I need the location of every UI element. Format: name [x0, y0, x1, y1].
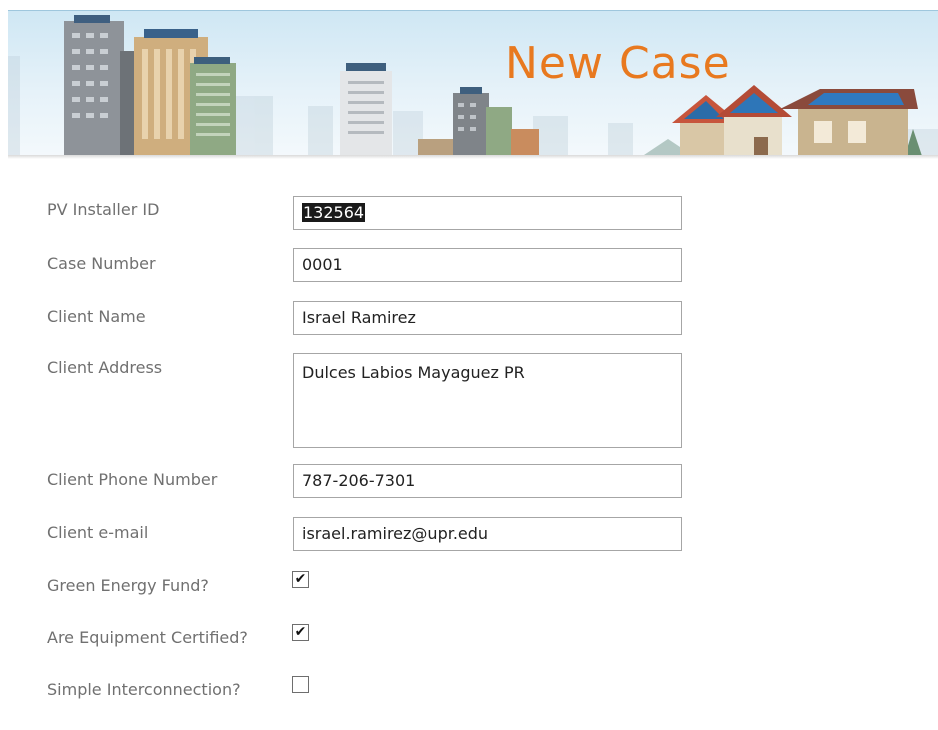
header-banner: New Case — [8, 10, 938, 159]
client-address-label: Client Address — [47, 358, 163, 377]
case-number-label: Case Number — [47, 254, 156, 273]
banner-divider — [8, 155, 938, 159]
building-white-icon — [340, 63, 392, 159]
client-name-label: Client Name — [47, 307, 146, 326]
pv-installer-id-field[interactable]: 132564 — [293, 196, 682, 230]
building-small-icon — [418, 87, 539, 159]
client-email-field[interactable]: israel.ramirez@upr.edu — [293, 517, 682, 551]
client-name-field[interactable]: Israel Ramirez — [293, 301, 682, 335]
simple-interconnection-checkbox[interactable] — [292, 676, 309, 693]
building-green-icon — [190, 57, 236, 159]
client-phone-field[interactable]: 787-206-7301 — [293, 464, 682, 498]
equipment-certified-label: Are Equipment Certified? — [47, 628, 248, 647]
client-email-label: Client e-mail — [47, 523, 149, 542]
pv-installer-id-value: 132564 — [302, 203, 366, 222]
client-address-field[interactable]: Dulces Labios Mayaguez PR — [293, 353, 682, 448]
equipment-certified-checkbox[interactable]: ✔ — [292, 624, 309, 641]
pv-installer-id-label: PV Installer ID — [47, 200, 160, 219]
simple-interconnection-label: Simple Interconnection? — [47, 680, 241, 699]
solar-houses-icon — [638, 85, 923, 159]
city-solar-illustration — [8, 15, 938, 159]
green-energy-fund-label: Green Energy Fund? — [47, 576, 209, 595]
building-left-icon — [64, 15, 136, 159]
green-energy-fund-checkbox[interactable]: ✔ — [292, 571, 309, 588]
case-number-field[interactable]: 0001 — [293, 248, 682, 282]
client-phone-label: Client Phone Number — [47, 470, 218, 489]
page-title: New Case — [505, 38, 731, 89]
